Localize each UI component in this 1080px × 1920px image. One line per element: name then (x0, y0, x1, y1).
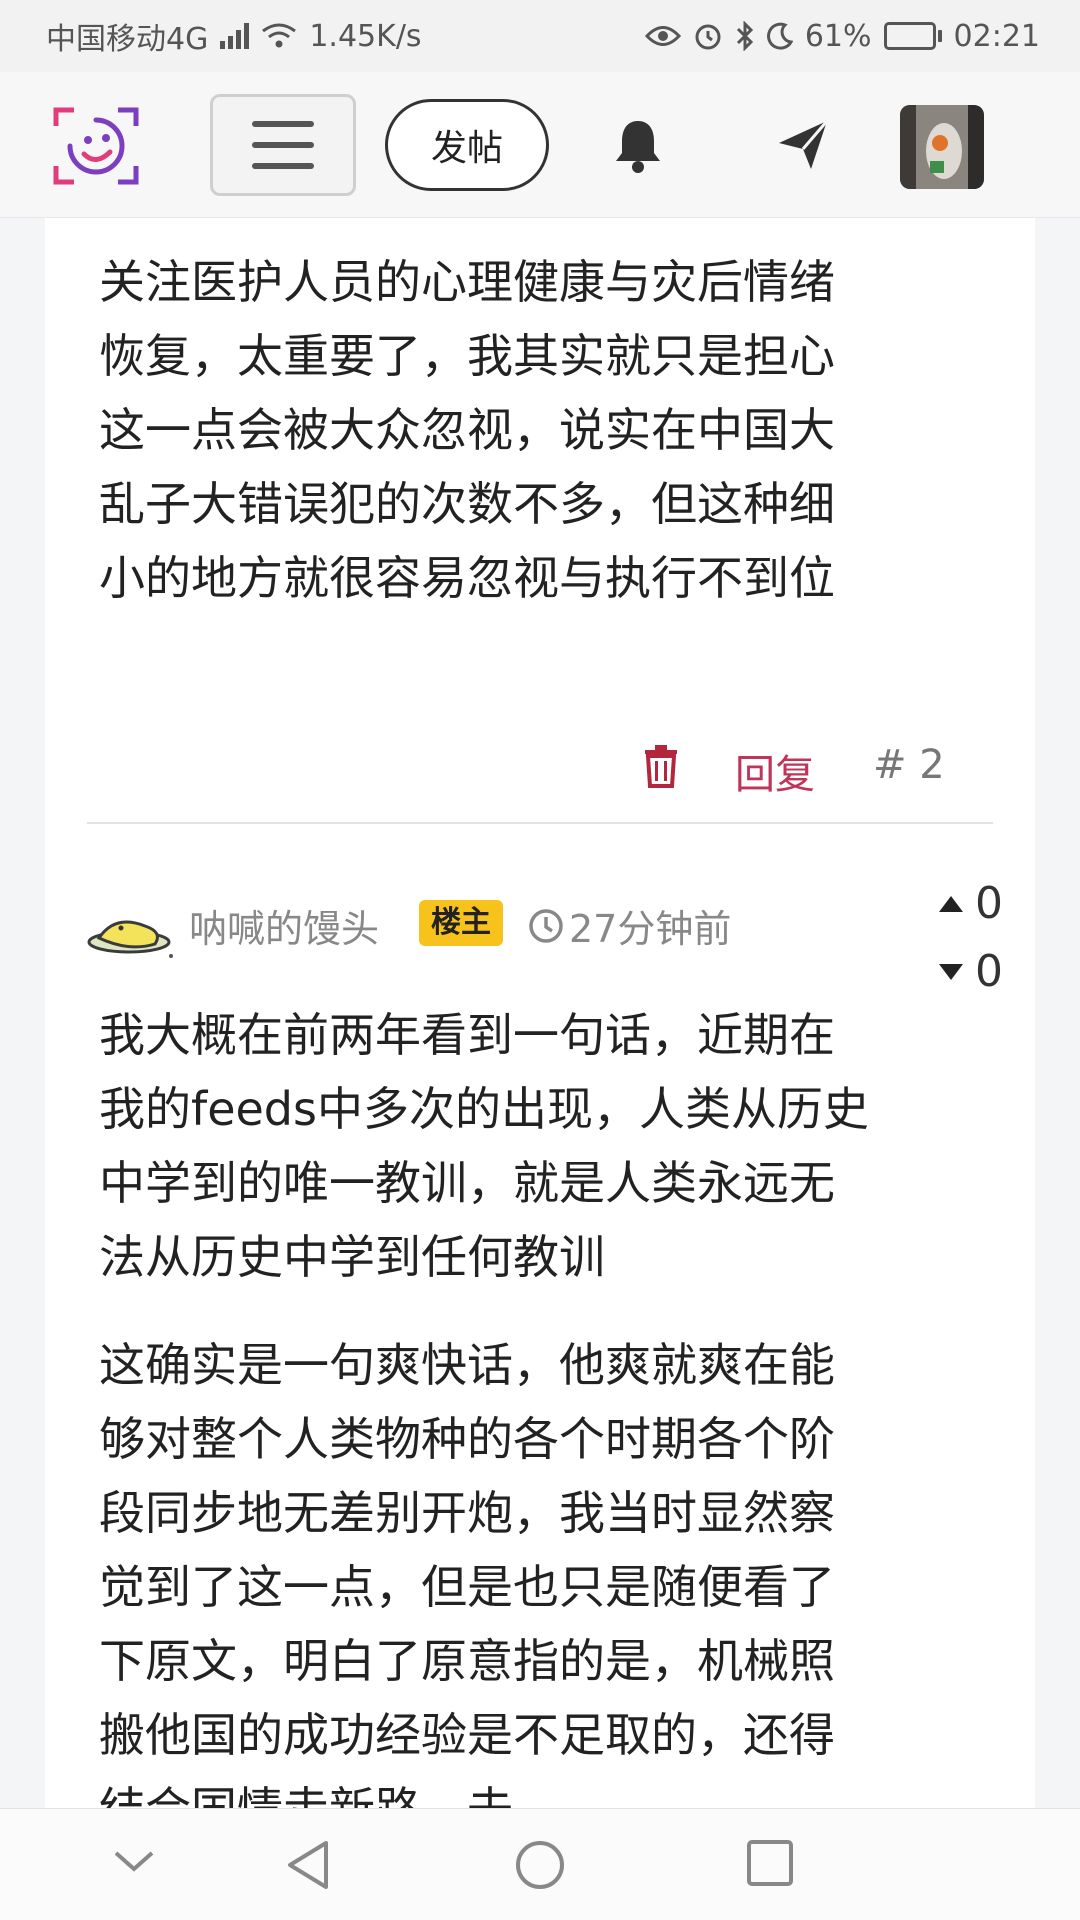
reply-button[interactable]: 回复 (735, 742, 815, 800)
moon-icon (766, 22, 793, 50)
clock: 02:21 (953, 18, 1040, 54)
clock-icon (529, 908, 563, 943)
smiley-logo[interactable] (52, 104, 140, 188)
hamburger-menu-icon[interactable] (210, 94, 356, 196)
op-badge: 楼主 (419, 900, 503, 946)
trash-icon[interactable] (643, 744, 679, 792)
upvote-button[interactable]: 0 (937, 878, 1003, 929)
floor-number: # 2 (873, 742, 945, 788)
post-body: 关注医护人员的心理健康与灾后情绪恢复，太重要了，我其实就只是担心这一点会被大众忽… (99, 255, 835, 605)
signal-icon (220, 23, 250, 49)
send-icon[interactable] (775, 117, 831, 177)
comment-body-paragraph: 我大概在前两年看到一句话，近期在我的feeds中多次的出现，人类从历史中学到的唯… (99, 1008, 869, 1284)
commenter-avatar[interactable] (85, 908, 177, 968)
battery-percent: 61% (804, 18, 872, 54)
alarm-icon (693, 21, 723, 51)
battery-icon (883, 22, 942, 50)
post-actions: 回复 # 2 (45, 728, 1035, 808)
back-icon[interactable] (284, 1839, 330, 1895)
comment-body-paragraph: 这确实是一句爽快话，他爽就爽在能够对整个人类物种的各个时期各个阶段同步地无差别开… (99, 1338, 835, 1808)
time-ago: 27分钟前 (569, 907, 732, 951)
network-speed: 1.45K/s (309, 18, 422, 54)
new-post-button[interactable]: 发帖 (385, 99, 549, 191)
home-icon[interactable] (514, 1839, 566, 1895)
downvote-count: 0 (975, 946, 1003, 997)
carrier-label: 中国移动4G (46, 22, 209, 57)
system-navigation-bar (0, 1808, 1080, 1920)
bluetooth-icon (735, 21, 755, 51)
downvote-button[interactable]: 0 (937, 946, 1003, 997)
upvote-icon (939, 895, 963, 912)
eye-icon (644, 23, 681, 49)
wifi-icon (261, 22, 297, 50)
thread-card: 关注医护人员的心理健康与灾后情绪恢复，太重要了，我其实就只是担心这一点会被大众忽… (45, 218, 1035, 1808)
downvote-icon (939, 963, 963, 980)
top-navigation: 发帖 (0, 72, 1080, 218)
bell-icon[interactable] (613, 117, 663, 177)
chevron-down-icon[interactable] (112, 1847, 156, 1879)
comment-header: 呐喊的馒头 楼主 27分钟前 0 0 (45, 878, 1035, 997)
status-bar: 中国移动4G 1.45K/s 61% 02:21 (0, 0, 1080, 72)
commenter-name[interactable]: 呐喊的馒头 (189, 898, 379, 953)
timestamp: 27分钟前 (527, 898, 731, 953)
divider (87, 822, 993, 824)
user-avatar[interactable] (900, 105, 984, 189)
upvote-count: 0 (975, 878, 1003, 929)
recents-icon[interactable] (746, 1839, 794, 1891)
